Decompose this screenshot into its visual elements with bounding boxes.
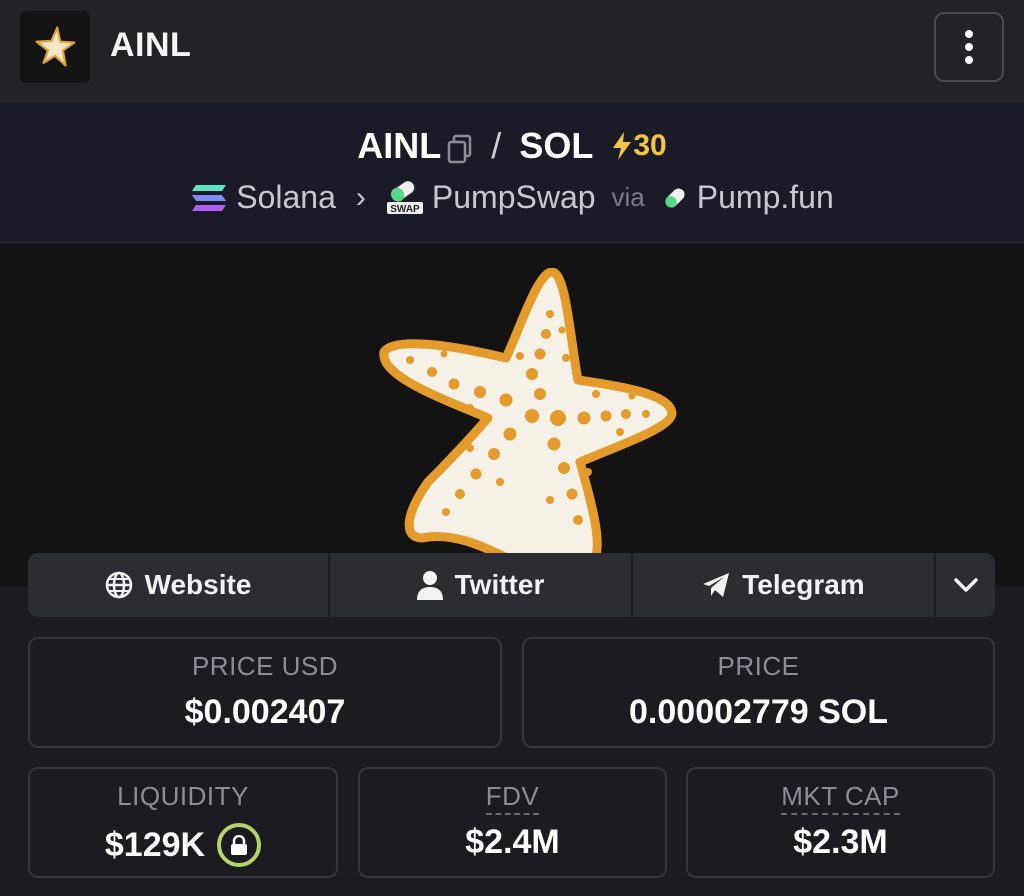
- twitter-button[interactable]: Twitter: [330, 553, 633, 617]
- fdv-value: $2.4M: [465, 823, 560, 861]
- more-menu-button[interactable]: [934, 12, 1004, 82]
- via-label: via: [611, 182, 645, 212]
- liquidity-value: $129K: [104, 825, 206, 864]
- user-icon: [416, 571, 443, 600]
- base-token-symbol: AINL: [357, 125, 442, 166]
- market-cap-card[interactable]: MKT CAP $2.3M: [686, 767, 995, 878]
- quote-token-symbol: SOL: [519, 125, 594, 166]
- globe-icon: [105, 571, 132, 599]
- website-label: Website: [144, 569, 252, 600]
- starfish-banner-image: [379, 268, 677, 568]
- price-usd-value: $0.002407: [184, 693, 346, 731]
- kebab-dot: [965, 56, 973, 64]
- fdv-label: FDV: [485, 781, 540, 815]
- pair-separator: /: [491, 125, 502, 166]
- social-links-bar: Website Twitter Telegram: [28, 553, 995, 617]
- token-title: AINL: [110, 26, 192, 64]
- liquidity-card: LIQUIDITY $129K: [28, 767, 338, 878]
- more-links-button[interactable]: [936, 553, 995, 617]
- telegram-button[interactable]: Telegram: [633, 553, 936, 617]
- route-breadcrumb: Solana › SWAP PumpSwap via Pump.fun: [0, 179, 1024, 216]
- boost-count: 30: [633, 129, 667, 162]
- starfish-logo-icon: [35, 26, 76, 67]
- liquidity-label: LIQUIDITY: [117, 781, 249, 811]
- twitter-label: Twitter: [454, 569, 545, 600]
- pill-icon: [661, 184, 689, 212]
- svg-text:SWAP: SWAP: [390, 204, 420, 215]
- mcap-label-wrap: MKT CAP: [688, 781, 993, 815]
- pair-info: AINL / SOL 30 Solana › SWAP PumpSwap via…: [0, 103, 1024, 243]
- liquidity-value-row: $129K: [30, 823, 336, 867]
- fdv-card[interactable]: FDV $2.4M: [358, 767, 667, 878]
- chain-link[interactable]: Solana: [236, 179, 336, 216]
- market-cap-label: MKT CAP: [781, 781, 900, 815]
- lightning-icon: [613, 132, 632, 160]
- dex-link[interactable]: PumpSwap: [432, 179, 596, 216]
- website-button[interactable]: Website: [28, 553, 330, 617]
- kebab-dot: [965, 43, 973, 51]
- top-bar: AINL: [0, 0, 1024, 102]
- chevron-right-icon: ›: [355, 180, 366, 214]
- fdv-label-wrap: FDV: [360, 781, 665, 815]
- price-native-label: PRICE: [717, 651, 800, 681]
- market-cap-value: $2.3M: [793, 823, 888, 861]
- price-native-card: PRICE 0.00002779 SOL: [522, 637, 995, 748]
- price-native-value: 0.00002779 SOL: [629, 693, 888, 731]
- boost-badge[interactable]: 30: [611, 129, 667, 163]
- telegram-label: Telegram: [742, 569, 865, 600]
- chevron-down-icon: [953, 578, 978, 592]
- launchpad-link[interactable]: Pump.fun: [697, 179, 834, 216]
- token-banner: [0, 244, 1024, 586]
- solana-icon: [190, 183, 228, 213]
- kebab-menu-icon: [965, 30, 973, 38]
- price-usd-label: PRICE USD: [191, 651, 339, 681]
- copy-icon[interactable]: [447, 131, 473, 164]
- lock-icon[interactable]: [217, 823, 262, 867]
- price-usd-card: PRICE USD $0.002407: [28, 637, 502, 748]
- telegram-icon: [703, 573, 730, 597]
- pair-name: AINL / SOL 30: [0, 125, 1024, 167]
- pumpswap-icon: SWAP: [386, 180, 424, 215]
- token-logo: [20, 11, 90, 83]
